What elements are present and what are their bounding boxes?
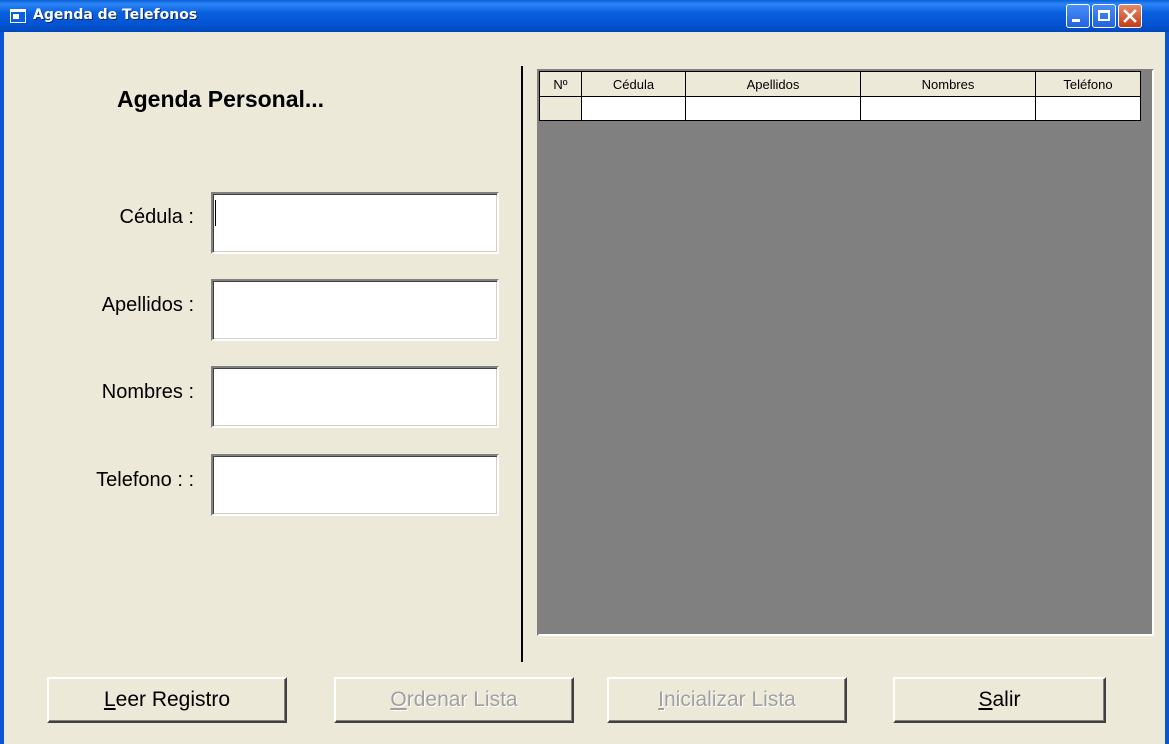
minimize-button[interactable] [1066, 4, 1090, 28]
records-grid[interactable]: Nº Cédula Apellidos Nombres Teléfono [537, 69, 1154, 636]
inicializar-lista-button[interactable]: Inicializar Lista [607, 677, 847, 723]
salir-label: Salir [978, 688, 1021, 711]
nombres-label: Nombres : [101, 381, 194, 403]
grid-table: Nº Cédula Apellidos Nombres Teléfono [539, 71, 1141, 121]
telefono-field[interactable] [211, 454, 499, 516]
maximize-button[interactable] [1092, 4, 1116, 28]
text-caret [215, 200, 216, 226]
leer-registro-label: Leer Registro [103, 688, 231, 711]
ordenar-lista-label: Ordenar Lista [390, 688, 518, 711]
form-heading: Agenda Personal... [117, 86, 325, 112]
telefono-label: Telefono : : [96, 469, 194, 491]
nombres-field[interactable] [211, 366, 499, 428]
table-cell[interactable] [581, 96, 686, 121]
grid-header-row: Nº Cédula Apellidos Nombres Teléfono [539, 71, 1141, 97]
title-bar[interactable]: Agenda de Telefonos [0, 0, 1169, 32]
leer-registro-button[interactable]: Leer Registro [47, 677, 287, 723]
app-window-icon [10, 9, 26, 23]
table-row[interactable] [539, 96, 1141, 121]
apellidos-field[interactable] [211, 279, 499, 341]
apellidos-label: Apellidos : [101, 294, 194, 316]
close-button[interactable] [1118, 4, 1142, 28]
table-cell[interactable] [1035, 96, 1141, 121]
column-header-cedula[interactable]: Cédula [581, 71, 686, 97]
cedula-field[interactable] [211, 192, 499, 254]
cedula-label: Cédula : [119, 206, 195, 228]
vertical-divider [521, 66, 523, 662]
column-header-nombres[interactable]: Nombres [860, 71, 1036, 97]
table-cell[interactable] [860, 96, 1036, 121]
column-header-apellidos[interactable]: Apellidos [685, 71, 861, 97]
table-cell[interactable] [685, 96, 861, 121]
row-header-cell[interactable] [539, 96, 582, 121]
column-header-numero[interactable]: Nº [539, 71, 582, 97]
close-icon [1123, 9, 1137, 23]
column-header-telefono[interactable]: Teléfono [1035, 71, 1141, 97]
window-title: Agenda de Telefonos [33, 7, 198, 23]
maximize-icon [1098, 10, 1110, 21]
inicializar-lista-label: Inicializar Lista [658, 688, 796, 711]
ordenar-lista-button[interactable]: Ordenar Lista [334, 677, 574, 723]
minimize-icon [1072, 19, 1080, 22]
window-frame-right [1165, 32, 1169, 744]
salir-button[interactable]: Salir [893, 677, 1106, 723]
